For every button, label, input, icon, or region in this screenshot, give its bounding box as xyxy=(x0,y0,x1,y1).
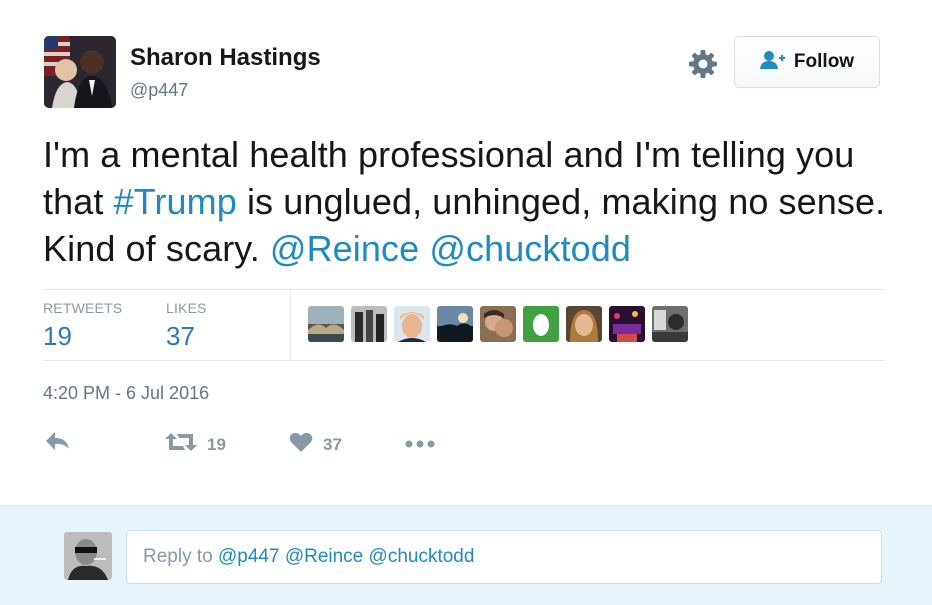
hashtag-link[interactable]: #Trump xyxy=(114,181,237,222)
heart-icon xyxy=(289,431,313,458)
liker-avatar[interactable] xyxy=(566,306,602,342)
likes-label: LIKES xyxy=(166,300,207,316)
divider xyxy=(43,360,884,361)
more-icon xyxy=(405,436,435,454)
reply-placeholder-mentions: @p447 @Reince @chucktodd xyxy=(217,546,475,567)
like-button[interactable]: 37 xyxy=(289,431,342,458)
retweet-button[interactable]: 19 xyxy=(165,431,226,458)
liker-avatar[interactable] xyxy=(351,306,387,342)
liker-avatar[interactable] xyxy=(308,306,344,342)
user-display-name[interactable]: Sharon Hastings xyxy=(130,44,321,72)
liker-avatar[interactable] xyxy=(394,306,430,342)
liker-avatar[interactable] xyxy=(652,306,688,342)
liker-avatars xyxy=(308,306,688,342)
retweets-label: RETWEETS xyxy=(43,300,123,316)
follow-person-icon xyxy=(759,50,786,75)
divider xyxy=(43,289,884,290)
like-count: 37 xyxy=(323,434,342,454)
mention-link[interactable]: @chucktodd xyxy=(429,228,631,269)
liker-avatar[interactable] xyxy=(523,306,559,342)
tweet-timestamp[interactable]: 4:20 PM - 6 Jul 2016 xyxy=(43,383,209,404)
tweet-text-segment xyxy=(419,228,429,269)
user-avatar[interactable] xyxy=(44,36,116,108)
reply-button[interactable] xyxy=(44,430,70,457)
tweet-text: I'm a mental health professional and I'm… xyxy=(43,131,893,272)
liker-avatar[interactable] xyxy=(609,306,645,342)
liker-avatar[interactable] xyxy=(480,306,516,342)
follow-button[interactable]: Follow xyxy=(734,36,880,88)
follow-button-label: Follow xyxy=(793,51,855,72)
reply-icon xyxy=(44,430,70,457)
likes-stat[interactable]: LIKES 37 xyxy=(166,300,207,352)
divider xyxy=(290,290,291,360)
retweets-stat[interactable]: RETWEETS 19 xyxy=(43,300,122,352)
avatar-image xyxy=(44,36,116,108)
mention-link[interactable]: @Reince xyxy=(270,228,419,269)
reply-input[interactable]: Reply to @p447 @Reince @chucktodd xyxy=(126,530,882,584)
gear-icon[interactable] xyxy=(688,49,718,79)
user-handle[interactable]: @p447 xyxy=(130,80,188,101)
retweet-icon xyxy=(165,431,197,458)
likes-count: 37 xyxy=(166,321,195,351)
more-button[interactable] xyxy=(405,436,435,454)
reply-placeholder-prefix: Reply to xyxy=(143,546,218,567)
retweet-count: 19 xyxy=(207,434,226,454)
current-user-avatar[interactable] xyxy=(64,532,112,580)
retweets-count: 19 xyxy=(43,321,72,351)
liker-avatar[interactable] xyxy=(437,306,473,342)
